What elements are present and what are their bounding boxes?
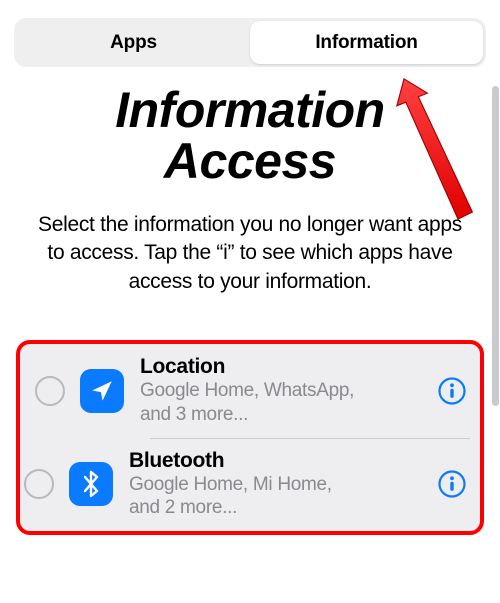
title-line-2: Access bbox=[164, 133, 336, 189]
item-title: Location bbox=[140, 355, 431, 379]
radio-unselected[interactable] bbox=[35, 376, 65, 406]
info-button[interactable] bbox=[437, 469, 467, 499]
page-title: Information Access bbox=[28, 85, 472, 187]
annotation-highlight-box: Location Google Home, WhatsApp, and 3 mo… bbox=[16, 340, 484, 535]
access-list: Location Google Home, WhatsApp, and 3 mo… bbox=[16, 340, 484, 535]
title-line-1: Information bbox=[115, 82, 384, 138]
subtitle-line-1: Google Home, Mi Home, bbox=[129, 474, 332, 495]
item-text: Location Google Home, WhatsApp, and 3 mo… bbox=[140, 355, 431, 427]
item-text: Bluetooth Google Home, Mi Home, and 2 mo… bbox=[129, 449, 431, 521]
subtitle-line-2: and 3 more... bbox=[140, 404, 248, 425]
item-title: Bluetooth bbox=[129, 449, 431, 473]
scrollbar-vertical[interactable] bbox=[492, 86, 499, 406]
location-arrow-icon bbox=[80, 369, 124, 413]
subtitle-line-1: Google Home, WhatsApp, bbox=[140, 380, 354, 401]
bluetooth-icon bbox=[69, 462, 113, 506]
subtitle-line-2: and 2 more... bbox=[129, 497, 237, 518]
radio-unselected[interactable] bbox=[24, 469, 54, 499]
item-subtitle: Google Home, Mi Home, and 2 more... bbox=[129, 473, 431, 521]
info-button[interactable] bbox=[437, 376, 467, 406]
tab-information[interactable]: Information bbox=[250, 21, 483, 64]
list-item-location[interactable]: Location Google Home, WhatsApp, and 3 mo… bbox=[20, 344, 480, 438]
segmented-tabs: Apps Information bbox=[14, 18, 486, 67]
list-item-bluetooth[interactable]: Bluetooth Google Home, Mi Home, and 2 mo… bbox=[20, 438, 480, 532]
title-section: Information Access Select the informatio… bbox=[0, 67, 500, 296]
page-subtitle: Select the information you no longer wan… bbox=[28, 211, 472, 296]
tab-apps[interactable]: Apps bbox=[17, 21, 250, 64]
item-subtitle: Google Home, WhatsApp, and 3 more... bbox=[140, 379, 431, 427]
